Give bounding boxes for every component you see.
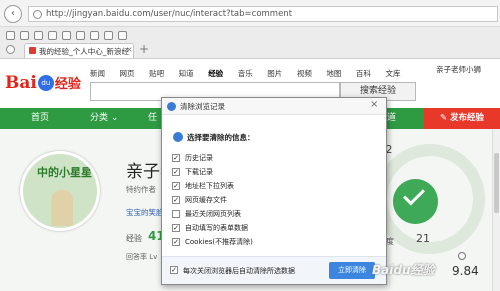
nav-zhidao[interactable]: 知道 (179, 69, 194, 78)
level-label: 回答率 Lv (126, 253, 158, 261)
tab-close-icon[interactable]: × (126, 45, 133, 54)
option-history[interactable]: ✓ 历史记录 (172, 154, 352, 165)
nav-news[interactable]: 新闻 (90, 69, 105, 78)
page-scrollbar[interactable] (492, 129, 500, 291)
nav-wenku[interactable]: 文库 (385, 69, 400, 78)
nav-home[interactable]: 首页 (0, 108, 80, 129)
checkbox[interactable]: ✓ (172, 182, 180, 190)
dialog-footer: ✓ 每次关闭浏览器后自动清除所选数据 立即清除 (162, 256, 386, 284)
auto-clear-label: 每次关闭浏览器后自动清除所选数据 (183, 267, 295, 275)
nav-music[interactable]: 音乐 (238, 69, 253, 78)
copy-icon[interactable] (20, 31, 29, 40)
option-label: 自动填写的表单数据 (185, 224, 248, 232)
nav-partial[interactable]: 任 (148, 108, 157, 129)
new-tab-icon[interactable]: + (138, 43, 150, 56)
option-recently-closed[interactable]: 最近关闭网页列表 (172, 210, 352, 221)
publish-label: 发布经验 (450, 113, 485, 123)
option-address-dropdown[interactable]: ✓ 地址栏下拉列表 (172, 182, 352, 193)
url-text: http://jingyan.baidu.com/user/nuc/intera… (46, 9, 293, 19)
download-icon[interactable] (76, 31, 85, 40)
checkbox[interactable]: ✓ (172, 154, 180, 162)
bookmark-icon[interactable] (48, 31, 57, 40)
info-icon (173, 132, 183, 142)
tab-strip: 我的经验_个人中心_新浪经 × + (0, 27, 500, 59)
history-icon[interactable] (62, 31, 71, 40)
help-icon[interactable] (458, 252, 466, 260)
publish-button[interactable]: ✎ 发布经验 (424, 108, 500, 129)
tools-icon[interactable] (90, 31, 99, 40)
auto-clear-checkbox[interactable]: ✓ (170, 266, 178, 274)
option-downloads[interactable]: ✓ 下载记录 (172, 168, 352, 179)
clear-now-button[interactable]: 立即清除 (329, 262, 375, 279)
nav-category[interactable]: 分类 ⌄ (90, 108, 118, 129)
checkbox[interactable] (172, 210, 180, 218)
option-cache[interactable]: ✓ 网页缓存文件 (172, 196, 352, 207)
nav-jingyan[interactable]: 经验 (208, 69, 223, 78)
option-label: Cookies(不推荐清除) (185, 238, 253, 246)
address-bar-area: ‹ http://jingyan.baidu.com/user/nuc/inte… (0, 0, 500, 27)
close-icon[interactable]: × (370, 99, 378, 110)
avatar[interactable]: 中的小星星 (20, 151, 100, 231)
option-label: 历史记录 (185, 154, 213, 162)
stat-bottom-value: 9.84 (452, 264, 479, 278)
option-label: 最近关闭网页列表 (185, 210, 241, 218)
checkbox[interactable]: ✓ (172, 168, 180, 176)
option-form-data[interactable]: ✓ 自动填写的表单数据 (172, 224, 352, 235)
checkbox[interactable]: ✓ (172, 224, 180, 232)
checkbox[interactable]: ✓ (172, 196, 180, 204)
mail-icon[interactable] (118, 31, 127, 40)
favicon-icon (29, 47, 36, 54)
nav-images[interactable]: 图片 (267, 69, 282, 78)
tab-menu-icon[interactable] (6, 45, 15, 54)
clear-history-dialog: 清除浏览记录 × 选择要清除的信息： ✓ 历史记录 ✓ 下载记录 ✓ 地址栏下拉… (161, 97, 387, 285)
nav-baike[interactable]: 百科 (356, 69, 371, 78)
tab-title: 我的经验_个人中心_新浪经 (39, 47, 129, 56)
chevron-down-icon: ⌄ (110, 113, 119, 123)
nav-web[interactable]: 网页 (120, 69, 135, 78)
option-label: 下载记录 (185, 168, 213, 176)
nav-video[interactable]: 视频 (297, 69, 312, 78)
globe-icon (33, 10, 42, 19)
checkbox[interactable]: ✓ (172, 238, 180, 246)
nav-map[interactable]: 地图 (326, 69, 341, 78)
star-icon[interactable] (34, 31, 43, 40)
folder-icon[interactable] (104, 31, 113, 40)
logo-du: du (37, 75, 54, 91)
experience-label: 经验 (126, 234, 142, 243)
option-cookies[interactable]: ✓ Cookies(不推荐清除) (172, 238, 352, 249)
nav-tieba[interactable]: 贴吧 (149, 69, 164, 78)
dialog-title-bar: 清除浏览记录 × (162, 98, 386, 115)
profile-role: 特约作者 (126, 185, 156, 194)
dialog-title: 清除浏览记录 (180, 102, 225, 111)
baidu-jingyan-logo[interactable]: Bai du 经验 (5, 73, 81, 93)
browser-tab[interactable]: 我的经验_个人中心_新浪经 × (24, 43, 134, 58)
watermark: Baidu经验 (372, 263, 435, 277)
top-nav: 新闻 网页 贴吧 知道 经验 音乐 图片 视频 地图 百科 文库 (90, 68, 412, 79)
option-label: 地址栏下拉列表 (185, 182, 234, 190)
scrollbar-thumb[interactable] (494, 153, 499, 213)
stat-mid-value: 21 (416, 232, 430, 245)
back-arrow-icon[interactable]: ‹ (4, 5, 22, 23)
edit-icon: ✎ (439, 113, 448, 123)
user-menu[interactable]: 亲子老师小狮 (436, 64, 481, 75)
logo-jingyan: 经验 (54, 77, 81, 92)
profile-link[interactable]: 宝宝的笑脸 (126, 207, 164, 218)
nav-category-label: 分类 (90, 113, 109, 123)
option-label: 网页缓存文件 (185, 196, 227, 204)
avatar-caption: 中的小星星 (37, 166, 92, 179)
logo-bai: Bai (5, 73, 37, 93)
dialog-section-title: 选择要清除的信息： (187, 133, 255, 142)
browser-logo-icon (167, 102, 176, 111)
url-input[interactable]: http://jingyan.baidu.com/user/nuc/intera… (28, 6, 498, 22)
avatar-photo (51, 190, 73, 226)
page-icon[interactable] (6, 31, 15, 40)
